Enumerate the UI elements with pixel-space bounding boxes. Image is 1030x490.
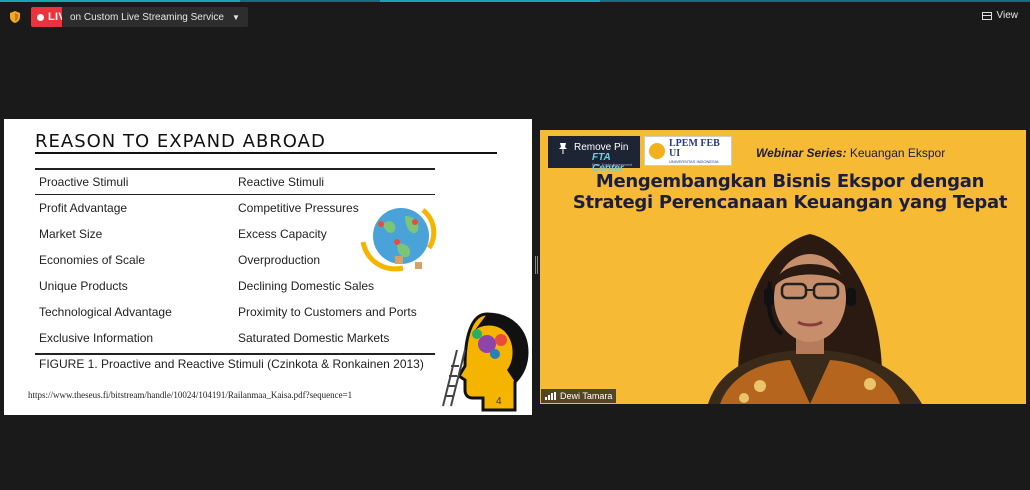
split-resize-handle[interactable] [535, 256, 538, 274]
live-service-dropdown[interactable]: on Custom Live Streaming Service ▼ [62, 7, 248, 27]
shield-icon[interactable] [8, 10, 22, 24]
webinar-series-bold: Webinar Series: [756, 146, 847, 160]
pin-icon [559, 143, 567, 154]
globe-trade-illustration [360, 208, 437, 272]
source-url: https://www.theseus.fi/bitstream/handle/… [28, 390, 353, 400]
lpem-emblem-icon [649, 143, 665, 159]
fta-logo-subtext: Free Trade Agreement [592, 162, 633, 167]
participant-name: Dewi Tamara [560, 391, 613, 401]
table-row: Technological Advantage Proximity to Cus… [35, 299, 435, 325]
table-cell: Economies of Scale [39, 253, 146, 267]
lpem-logo-text: LPEM FEB UI [669, 137, 720, 159]
table-cell: Profit Advantage [39, 201, 128, 215]
table-header-cell: Reactive Stimuli [238, 175, 325, 189]
lpem-logo-subtext: UNIVERSITAS INDONESIA [669, 158, 719, 164]
table-header: Proactive Stimuli Reactive Stimuli [35, 168, 435, 195]
table-cell: Technological Advantage [39, 305, 172, 319]
top-accent-line [0, 0, 1030, 2]
live-service-label: on Custom Live Streaming Service [70, 11, 224, 23]
slide-page-number: 4 [496, 396, 502, 407]
table-cell: Declining Domestic Sales [238, 279, 375, 293]
table-row: Exclusive Information Saturated Domestic… [35, 325, 435, 351]
figure-caption: FIGURE 1. Proactive and Reactive Stimuli… [39, 357, 424, 371]
lpem-logo: LPEM FEB UI UNIVERSITAS INDONESIA [644, 136, 732, 166]
view-label: View [996, 10, 1019, 21]
chevron-down-icon: ▼ [231, 12, 240, 22]
table-cell: Unique Products [39, 279, 128, 293]
participant-name-tag: Dewi Tamara [541, 389, 617, 403]
view-button[interactable]: View [981, 10, 1019, 21]
remove-pin-button[interactable]: Remove Pin FTA Center Free Trade Agreeme… [548, 136, 640, 174]
table-header-cell: Proactive Stimuli [39, 175, 129, 189]
table-cell: Market Size [39, 227, 103, 241]
head-gears-illustration [442, 312, 529, 412]
table-cell: Saturated Domestic Markets [238, 331, 390, 345]
slide-title: REASON TO EXPAND ABROAD [35, 131, 326, 152]
speaker-figure [708, 234, 922, 404]
signal-bars-icon [545, 392, 556, 400]
participant-video[interactable]: Remove Pin FTA Center Free Trade Agreeme… [540, 130, 1026, 404]
table-bottom-rule [35, 353, 435, 355]
table-cell: Proximity to Customers and Ports [238, 305, 417, 319]
live-dot-icon [37, 13, 44, 21]
table-cell: Exclusive Information [39, 331, 154, 345]
slide-title-rule [35, 152, 497, 154]
shared-screen-slide: REASON TO EXPAND ABROAD Proactive Stimul… [4, 119, 532, 415]
webinar-headline-line-2: Strategi Perencanaan Keuangan yang Tepat [572, 192, 1008, 213]
webinar-headline-line-1: Mengembangkan Bisnis Ekspor dengan [595, 171, 985, 192]
webinar-series-label: Webinar Series: Keuangan Ekspor [756, 146, 945, 160]
view-icon [981, 11, 992, 20]
webinar-series-topic: Keuangan Ekspor [846, 146, 946, 160]
